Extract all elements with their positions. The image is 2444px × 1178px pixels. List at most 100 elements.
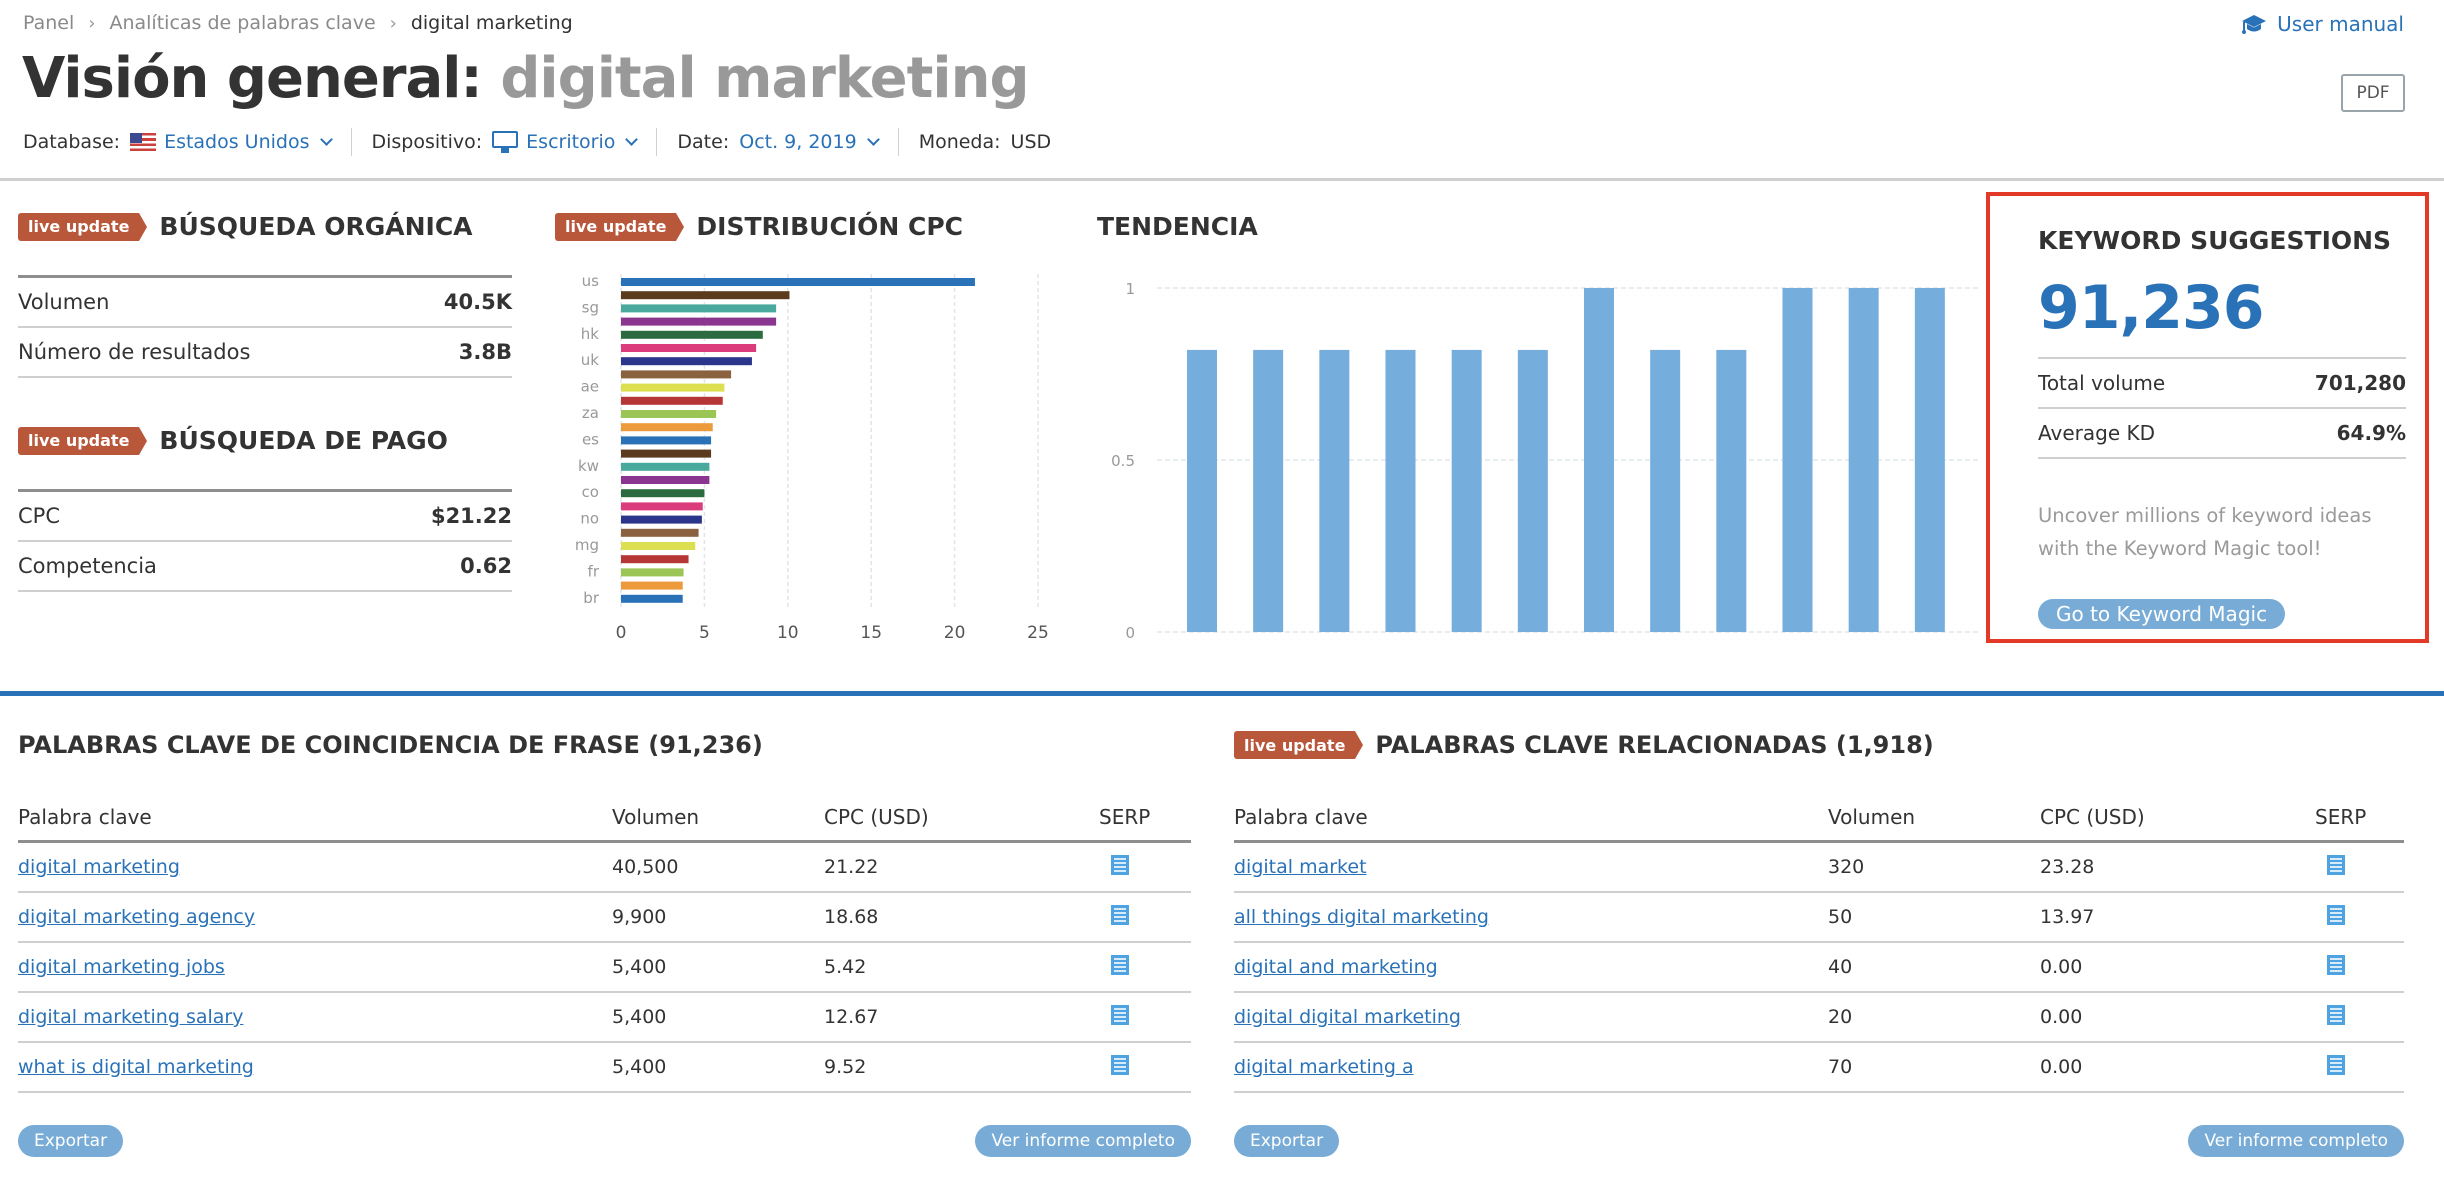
cpc-bar[interactable] xyxy=(621,568,684,577)
table-header: Palabra clave Volumen CPC (USD) SERP xyxy=(18,793,1191,843)
y-tick-label: co xyxy=(582,483,599,501)
cpc-bar[interactable] xyxy=(621,383,725,392)
cpc-bar[interactable] xyxy=(621,291,790,300)
cpc-bar[interactable] xyxy=(621,278,975,286)
keyword-link[interactable]: what is digital marketing xyxy=(18,1056,254,1078)
export-button[interactable]: Exportar xyxy=(18,1125,124,1157)
live-update-badge: live update xyxy=(18,426,148,455)
pdf-button[interactable]: PDF xyxy=(2341,74,2405,112)
keyword-link[interactable]: digital digital marketing xyxy=(1234,1006,1461,1028)
cpc-cell: 0.00 xyxy=(2040,1006,2083,1028)
breadcrumb-keyword-analytics[interactable]: Analíticas de palabras clave xyxy=(109,12,375,34)
table-row: digital digital marketing 20 0.00 xyxy=(1234,993,2404,1043)
live-update-badge: live update xyxy=(555,212,685,241)
cpc-bar[interactable] xyxy=(621,594,683,603)
serp-icon[interactable] xyxy=(2327,854,2345,875)
metric-row: Volumen 40.5K xyxy=(18,278,512,328)
serp-icon[interactable] xyxy=(1111,1054,1129,1075)
cpc-bar[interactable] xyxy=(621,555,689,564)
related-keywords-title: live update PALABRAS CLAVE RELACIONADAS … xyxy=(1234,725,2404,765)
trend-bar[interactable] xyxy=(1187,349,1217,632)
cpc-bar[interactable] xyxy=(621,317,777,326)
trend-bar[interactable] xyxy=(1650,349,1681,632)
paid-search-title: live update BÚSQUEDA DE PAGO xyxy=(18,426,512,455)
phrase-match-title: PALABRAS CLAVE DE COINCIDENCIA DE FRASE … xyxy=(18,731,763,759)
cpc-bar[interactable] xyxy=(621,462,710,471)
serp-icon[interactable] xyxy=(1111,954,1129,975)
serp-icon[interactable] xyxy=(2327,904,2345,925)
trend-bar[interactable] xyxy=(1716,349,1747,632)
trend-bar[interactable] xyxy=(1517,349,1548,632)
cpc-bar[interactable] xyxy=(621,476,710,484)
cpc-bar[interactable] xyxy=(621,581,683,590)
table-row: digital marketing jobs 5,400 5.42 xyxy=(18,943,1191,993)
keyword-link[interactable]: digital marketing xyxy=(18,856,180,878)
metric-value: $21.22 xyxy=(430,504,512,528)
trend-bar[interactable] xyxy=(1848,288,1879,632)
trend-bar[interactable] xyxy=(1451,349,1482,632)
trend-bar[interactable] xyxy=(1584,288,1614,632)
serp-icon[interactable] xyxy=(1111,854,1129,875)
cpc-bar[interactable] xyxy=(621,304,777,313)
cpc-bar[interactable] xyxy=(621,396,723,405)
metric-row: Número de resultados 3.8B xyxy=(18,328,512,378)
column-header-cpc: CPC (USD) xyxy=(824,804,929,829)
trend-bar[interactable] xyxy=(1385,349,1416,632)
keyword-suggestions-title: KEYWORD SUGGESTIONS xyxy=(2038,226,2392,255)
cpc-bar[interactable] xyxy=(621,423,713,432)
cpc-bar[interactable] xyxy=(621,528,699,537)
keyword-link[interactable]: digital marketing salary xyxy=(18,1006,243,1028)
full-report-button[interactable]: Ver informe completo xyxy=(2188,1125,2404,1157)
cpc-bar[interactable] xyxy=(621,449,712,458)
y-tick-label: uk xyxy=(581,351,600,369)
keyword-link[interactable]: all things digital marketing xyxy=(1234,906,1489,928)
cpc-bar[interactable] xyxy=(621,489,705,498)
date-filter: Date: Oct. 9, 2019 xyxy=(656,128,897,156)
metric-row: CPC $21.22 xyxy=(18,492,512,542)
cpc-bar[interactable] xyxy=(621,515,702,524)
volume-cell: 5,400 xyxy=(612,1056,667,1078)
cpc-bar[interactable] xyxy=(621,410,717,418)
keyword-link[interactable]: digital marketing agency xyxy=(18,906,255,928)
keyword-link[interactable]: digital marketing a xyxy=(1234,1056,1414,1078)
table-header: Palabra clave Volumen CPC (USD) SERP xyxy=(1234,793,2404,843)
keyword-link[interactable]: digital and marketing xyxy=(1234,956,1438,978)
breadcrumb-panel[interactable]: Panel xyxy=(23,12,74,34)
phrase-match-table: Palabra clave Volumen CPC (USD) SERP dig… xyxy=(18,793,1191,1093)
related-keywords-heading: PALABRAS CLAVE RELACIONADAS (1,918) xyxy=(1375,731,1934,759)
serp-icon[interactable] xyxy=(1111,904,1129,925)
serp-icon[interactable] xyxy=(2327,1054,2345,1075)
cpc-bar[interactable] xyxy=(621,344,757,352)
trend-bar[interactable] xyxy=(1914,288,1945,632)
keyword-suggestions-count[interactable]: 91,236 xyxy=(2038,273,2406,343)
keyword-link[interactable]: digital marketing jobs xyxy=(18,956,225,978)
column-header-serp: SERP xyxy=(1099,804,1151,829)
y-tick-label: us xyxy=(582,272,600,290)
cpc-bar[interactable] xyxy=(621,370,732,379)
keyword-link[interactable]: digital market xyxy=(1234,856,1367,878)
cpc-bar[interactable] xyxy=(621,436,712,445)
cpc-bar[interactable] xyxy=(621,357,752,366)
chevron-down-icon xyxy=(625,133,639,146)
full-report-button[interactable]: Ver informe completo xyxy=(975,1125,1191,1157)
table-row: digital marketing a 70 0.00 xyxy=(1234,1043,2404,1093)
device-select[interactable]: Escritorio xyxy=(492,131,639,153)
cpc-cell: 0.00 xyxy=(2040,1056,2083,1078)
metric-row: Average KD 64.9% xyxy=(2038,409,2406,459)
serp-icon[interactable] xyxy=(1111,1004,1129,1025)
breadcrumb-current: digital marketing xyxy=(410,12,573,34)
trend-bar[interactable] xyxy=(1782,288,1813,632)
cpc-bar[interactable] xyxy=(621,330,763,339)
cpc-bar[interactable] xyxy=(621,542,696,550)
serp-icon[interactable] xyxy=(2327,954,2345,975)
trend-bar[interactable] xyxy=(1319,349,1350,632)
trend-bar[interactable] xyxy=(1253,349,1284,632)
cpc-cell: 12.67 xyxy=(824,1006,879,1028)
database-select[interactable]: Estados Unidos xyxy=(130,131,333,153)
date-select[interactable]: Oct. 9, 2019 xyxy=(739,131,880,153)
go-to-keyword-magic-button[interactable]: Go to Keyword Magic xyxy=(2038,599,2286,629)
cpc-bar[interactable] xyxy=(621,502,703,511)
user-manual-link[interactable]: User manual xyxy=(2241,12,2404,36)
serp-icon[interactable] xyxy=(2327,1004,2345,1025)
export-button[interactable]: Exportar xyxy=(1234,1125,1340,1157)
